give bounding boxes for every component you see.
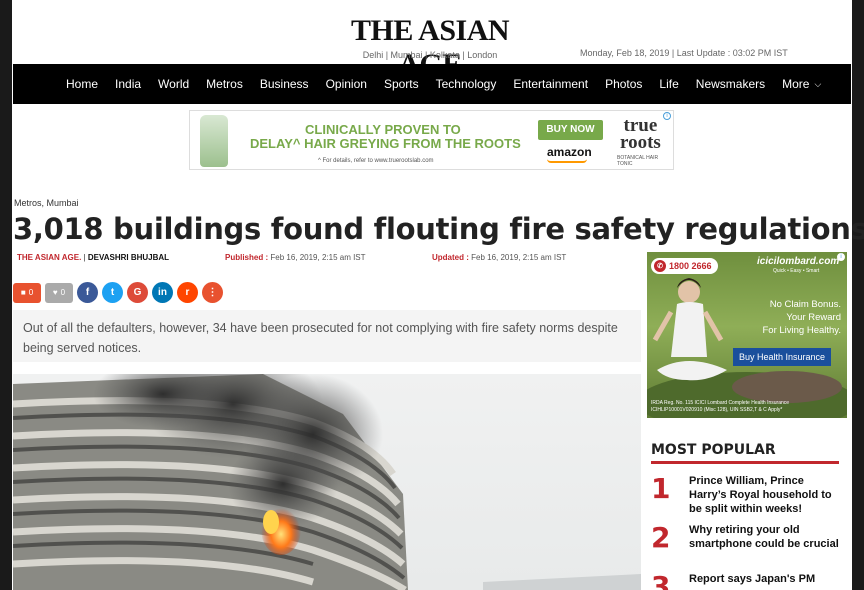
twitter-icon[interactable]: t (102, 282, 123, 303)
ad-legal-line1: IRDA Reg. No. 115 ICICI Lombard Complete… (651, 400, 790, 406)
byline-author[interactable]: DEVASHRI BHUJBAL (88, 253, 169, 262)
ad-buy-now-button[interactable]: BUY NOW (538, 120, 603, 140)
nav-more-menu[interactable]: More ⌵ (782, 77, 821, 91)
icici-lombard-logo: icicilombard.com (757, 256, 840, 267)
ad-headline-line2: DELAY^ HAIR GREYING FROM THE ROOTS (250, 136, 521, 151)
published-date: Feb 16, 2019, 2:15 am IST (270, 253, 366, 262)
comment-count-button[interactable]: ■ 0 (13, 282, 41, 303)
updated-label: Updated : (432, 253, 469, 262)
sidebar-insurance-ad[interactable]: ✆ 1800 2666 icicilombard.com Quick • Eas… (647, 252, 847, 418)
brand-subtitle: BOTANICAL HAIR TONIC (617, 155, 659, 167)
most-popular-title: MOST POPULAR (651, 442, 776, 458)
article-summary: Out of all the defaulters, however, 34 h… (13, 310, 641, 362)
ad-copy-line3: For Living Healthy. (762, 325, 842, 336)
masthead: THE ASIAN AGE Delhi | Mumbai | Kolkata |… (12, 0, 852, 81)
google-plus-icon[interactable]: G (127, 282, 148, 303)
amazon-logo: amazon (547, 145, 592, 159)
comment-icon: ■ (20, 288, 26, 297)
nav-item-world[interactable]: World (158, 77, 189, 91)
logo-cities: Delhi | Mumbai | Kolkata | London (362, 50, 498, 60)
chevron-down-icon: ⌵ (814, 78, 822, 89)
popular-headline[interactable]: Prince William, Prince Harry’s Royal hou… (689, 474, 839, 516)
ad-copy: No Claim Bonus. Your Reward For Living H… (763, 298, 842, 337)
ad-legal-text: IRDA Reg. No. 115 ICICI Lombard Complete… (651, 400, 789, 414)
ad-phone-number: 1800 2666 (669, 261, 712, 271)
nav-item-sports[interactable]: Sports (384, 77, 419, 91)
adchoices-icon[interactable]: i (663, 112, 671, 120)
facebook-icon[interactable]: f (77, 282, 98, 303)
reddit-icon[interactable]: r (177, 282, 198, 303)
article-hero-image[interactable] (13, 374, 641, 590)
ad-headline-line1: CLINICALLY PROVEN TO (305, 122, 461, 137)
ad-tagline: Quick • Easy • Smart (773, 268, 820, 274)
nav-item-metros[interactable]: Metros (206, 77, 243, 91)
nav-item-photos[interactable]: Photos (605, 77, 642, 91)
byline: THE ASIAN AGE. | DEVASHRI BHUJBAL (17, 253, 169, 262)
nav-item-life[interactable]: Life (659, 77, 678, 91)
ad-copy-line1: No Claim Bonus. (769, 299, 841, 310)
byline-source[interactable]: THE ASIAN AGE. (17, 253, 81, 262)
rank-number: 3 (651, 572, 671, 590)
rank-number: 1 (651, 472, 671, 505)
published-label: Published : (225, 253, 269, 262)
list-item[interactable]: 3 Report says Japan's PM (651, 572, 847, 590)
ad-legal-line2: ICIHLIP10001V020910 (Misc 128), UIN SSB2… (651, 407, 783, 413)
phone-icon: ✆ (654, 260, 666, 272)
popular-headline[interactable]: Report says Japan's PM (689, 572, 839, 586)
breadcrumb[interactable]: Metros, Mumbai (14, 198, 79, 208)
nav-item-technology[interactable]: Technology (436, 77, 497, 91)
popular-headline[interactable]: Why retiring your old smartphone could b… (689, 523, 839, 551)
adchoices-icon[interactable]: i (837, 253, 845, 261)
nav-item-india[interactable]: India (115, 77, 141, 91)
linkedin-icon[interactable]: in (152, 282, 173, 303)
burning-building-illustration (13, 374, 641, 590)
nav-item-entertainment[interactable]: Entertainment (513, 77, 588, 91)
nav-item-business[interactable]: Business (260, 77, 309, 91)
most-popular-divider (651, 461, 839, 464)
top-banner-ad[interactable]: CLINICALLY PROVEN TO DELAY^ HAIR GREYING… (189, 110, 674, 170)
comment-count: 0 (28, 288, 34, 297)
amazon-smile-icon (547, 159, 587, 163)
updated-date: Feb 16, 2019, 2:15 am IST (471, 253, 567, 262)
nav-item-opinion[interactable]: Opinion (326, 77, 367, 91)
updated-meta: Updated : Feb 16, 2019, 2:15 am IST (432, 253, 566, 262)
more-options-icon[interactable]: ⋮ (202, 282, 223, 303)
buy-health-insurance-button[interactable]: Buy Health Insurance (733, 348, 832, 366)
ad-copy-line2: Your Reward (786, 312, 841, 323)
like-count: 0 (60, 288, 66, 297)
nav-item-home[interactable]: Home (66, 77, 98, 91)
brand-line2: roots (620, 132, 661, 153)
like-count-button[interactable]: ♥ 0 (45, 282, 73, 303)
social-share-bar: ■ 0 ♥ 0 f t G in r ⋮ (13, 282, 223, 303)
published-meta: Published : Feb 16, 2019, 2:15 am IST (225, 253, 366, 262)
page: THE ASIAN AGE Delhi | Mumbai | Kolkata |… (12, 0, 864, 590)
heart-icon: ♥ (52, 288, 58, 297)
rank-number: 2 (651, 521, 671, 554)
ad-fineprint: ^ For details, refer to www.truerootslab… (318, 158, 434, 164)
dateline: Monday, Feb 18, 2019 | Last Update : 03:… (580, 48, 788, 58)
ad-phone-badge[interactable]: ✆ 1800 2666 (651, 258, 718, 274)
article-headline: 3,018 buildings found flouting fire safe… (13, 212, 864, 246)
product-bottle-image (200, 115, 228, 167)
true-roots-logo: true roots (620, 116, 661, 153)
nav-more-label: More (782, 77, 810, 91)
main-nav: Home India World Metros Business Opinion… (13, 64, 851, 104)
nav-item-newsmakers[interactable]: Newsmakers (696, 77, 765, 91)
